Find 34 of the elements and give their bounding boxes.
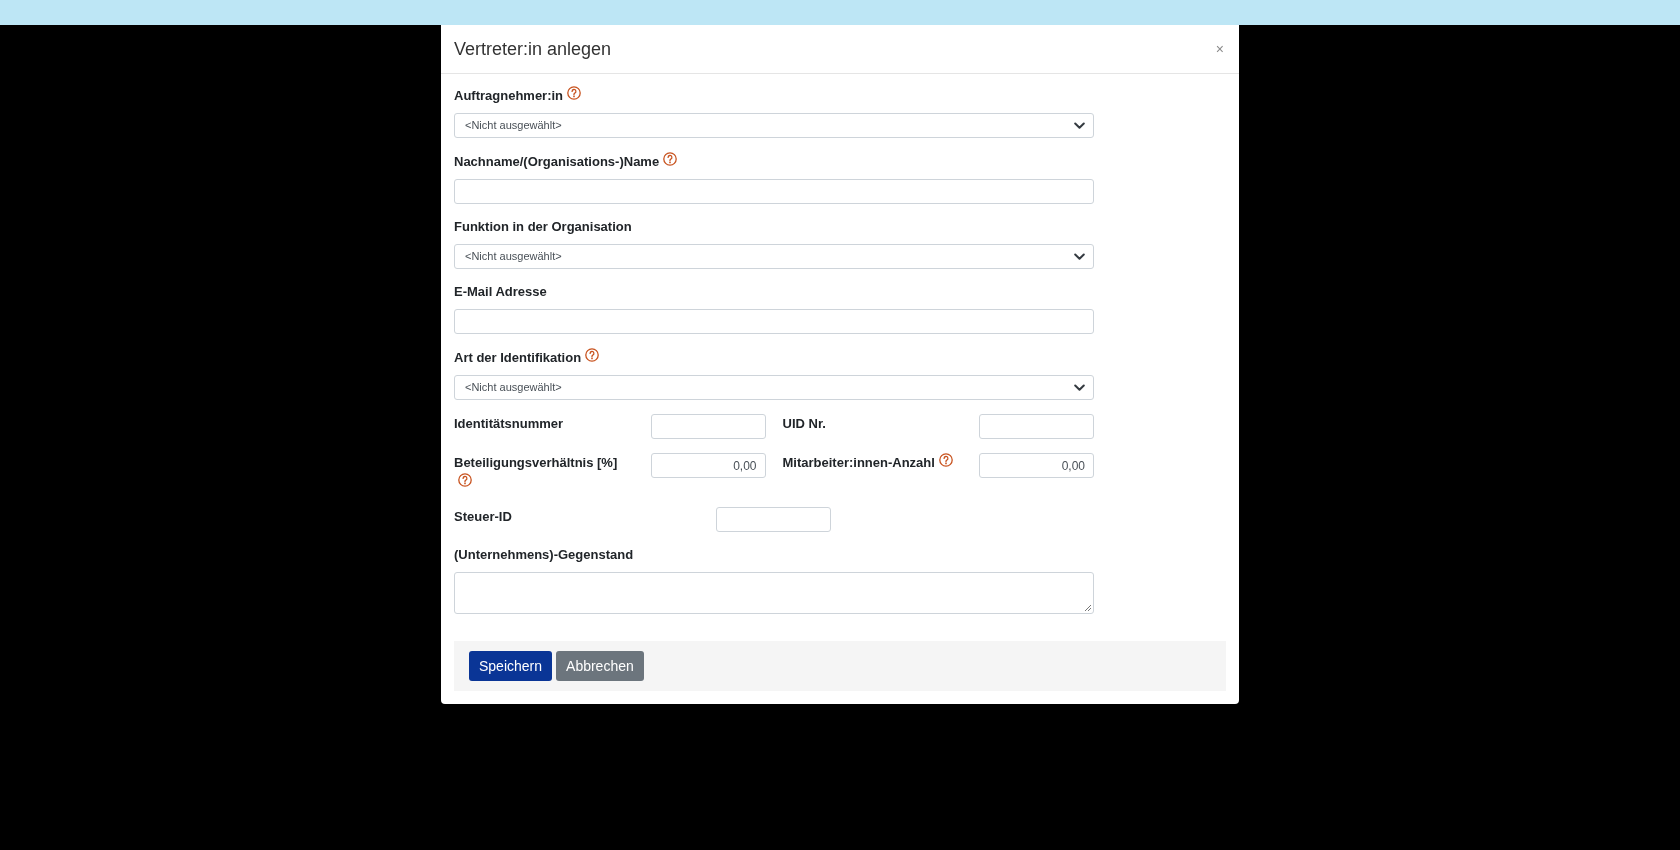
close-button[interactable]: ×	[1214, 42, 1225, 56]
help-icon[interactable]	[458, 473, 472, 487]
text-field[interactable]	[650, 414, 766, 439]
field-label: (Unternehmens)-Gegenstand	[454, 547, 634, 562]
dropdown[interactable]: <Nicht ausgewählt>	[454, 375, 1094, 400]
help-icon[interactable]	[567, 86, 582, 100]
cancel-button[interactable]: Abbrechen	[556, 651, 644, 681]
dialog-title: Vertreter:in anlegen	[454, 37, 612, 61]
text-field[interactable]: 0,00	[979, 453, 1094, 478]
chevron-down-icon	[1074, 383, 1085, 392]
text-field[interactable]: 0,00	[650, 453, 766, 478]
field-label: Identitätsnummer	[454, 416, 564, 431]
dropdown[interactable]: <Nicht ausgewählt>	[454, 113, 1094, 138]
field-label: Art der Identifikation	[454, 350, 582, 365]
field-label: Steuer-ID	[454, 509, 512, 524]
field-label: Beteiligungsverhältnis [%]	[454, 455, 618, 470]
field-label: Auftragnehmer:in	[454, 88, 564, 103]
chevron-down-icon	[1074, 252, 1085, 261]
help-icon[interactable]	[585, 348, 600, 362]
help-icon[interactable]	[663, 152, 678, 166]
text-field[interactable]	[454, 179, 1094, 204]
field-label: E-Mail Adresse	[454, 284, 547, 299]
field-label: Mitarbeiter:innen-Anzahl	[782, 455, 935, 470]
chevron-down-icon	[1074, 121, 1085, 130]
dropdown[interactable]: <Nicht ausgewählt>	[454, 244, 1094, 269]
save-button[interactable]: Speichern	[469, 651, 553, 681]
text-field[interactable]	[454, 309, 1094, 334]
resize-handle-icon[interactable]	[1084, 604, 1092, 612]
text-field[interactable]	[979, 414, 1094, 439]
help-icon[interactable]	[938, 453, 953, 467]
text-field[interactable]	[716, 507, 831, 532]
field-label: Funktion in der Organisation	[454, 219, 632, 234]
field-label: UID Nr.	[782, 416, 826, 431]
field-label: Nachname/(Organisations-)Name	[454, 154, 660, 169]
